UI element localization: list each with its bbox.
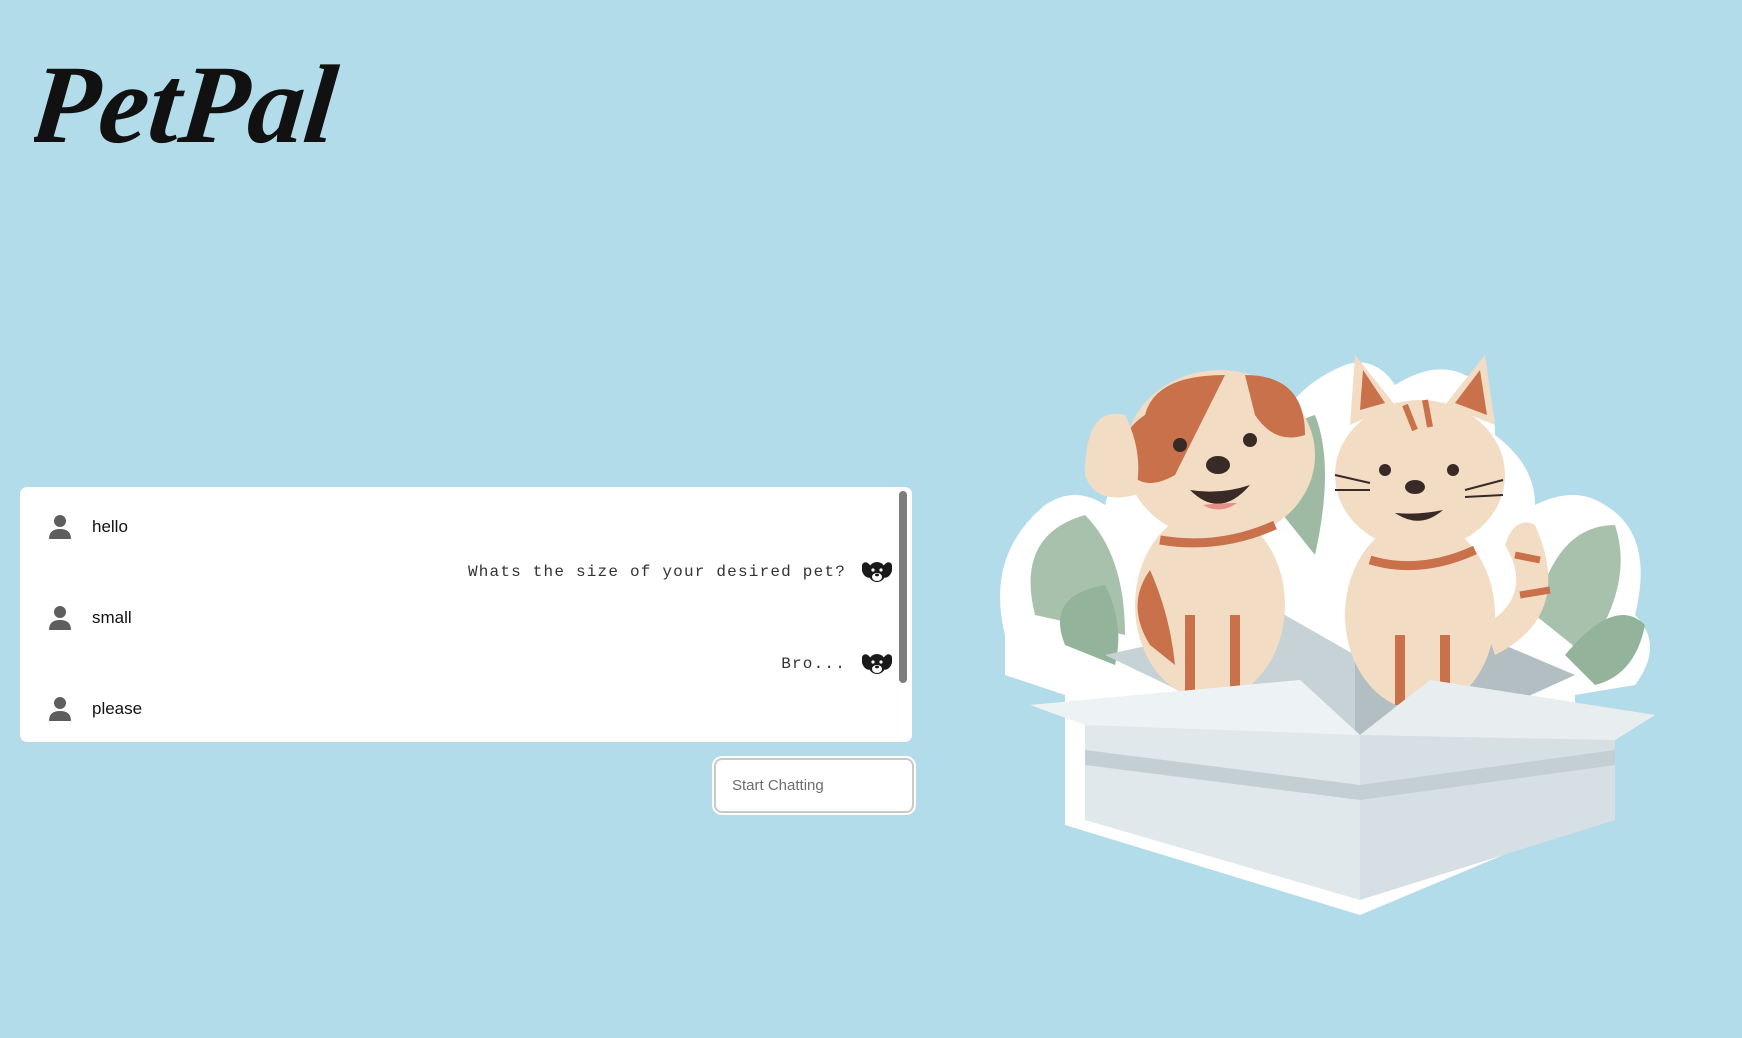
dog-and-cat-in-box-illustration <box>975 355 1685 925</box>
chat-message-list: hello Whats the size of your desired pet… <box>20 487 896 742</box>
chat-history-panel[interactable]: hello Whats the size of your desired pet… <box>20 487 912 742</box>
user-message-text: small <box>92 608 132 627</box>
logo-text: PetPal <box>34 43 343 167</box>
chat-scrollbar[interactable] <box>896 487 910 742</box>
bot-message: Bro... <box>781 650 893 678</box>
bot-message-text: Whats the size of your desired pet? <box>467 563 846 581</box>
user-message-text: hello <box>92 517 128 536</box>
user-message: small <box>46 604 132 632</box>
user-icon <box>46 513 74 541</box>
chat-scrollbar-thumb[interactable] <box>899 491 907 683</box>
bot-message: Whats the size of your desired pet? <box>467 558 893 586</box>
bot-message-text: Bro... <box>781 655 846 673</box>
user-icon <box>46 695 74 723</box>
user-icon <box>46 604 74 632</box>
dog-face-icon <box>861 558 893 586</box>
user-message-text: please <box>92 699 143 718</box>
logo-wordmark: PetPal <box>24 43 344 167</box>
app-root: PetPal hello Whats the size of your desi… <box>0 0 1742 1038</box>
user-message: hello <box>46 513 128 541</box>
petpal-logo: PetPal <box>24 42 394 172</box>
dog-face-icon <box>861 650 893 678</box>
chat-input[interactable] <box>714 758 914 813</box>
user-message: please <box>46 695 142 723</box>
